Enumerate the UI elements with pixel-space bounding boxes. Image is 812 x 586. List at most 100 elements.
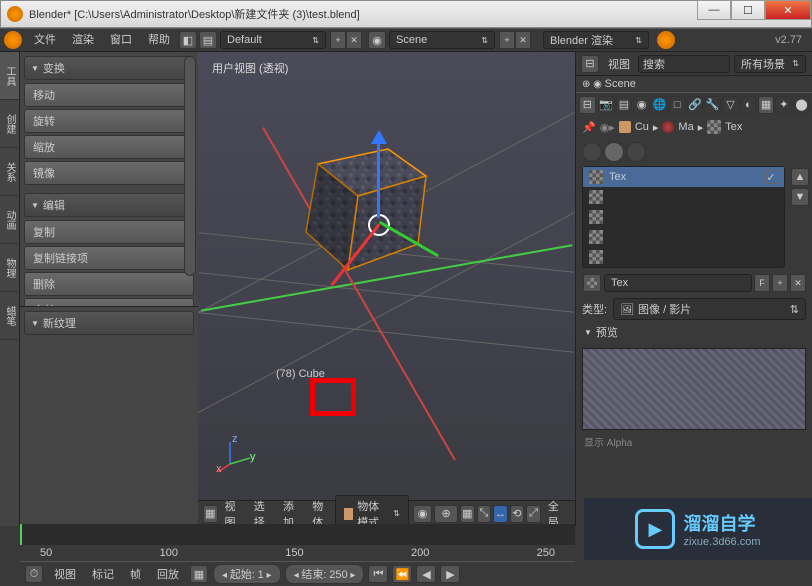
menu-render[interactable]: 渲染 (64, 28, 102, 52)
move-button[interactable]: 移动 (24, 83, 194, 107)
vh-view[interactable]: 视图 (219, 498, 248, 527)
tab-material-icon[interactable]: ◐ (740, 96, 757, 114)
blender-logo-icon[interactable] (4, 31, 22, 49)
tl-frame[interactable]: 帧 (124, 566, 147, 582)
tab-data-icon[interactable]: ▽ (722, 96, 739, 114)
tab-render-icon[interactable]: 📷 (598, 96, 615, 114)
bc-scene-icon[interactable]: ◉▸ (600, 121, 615, 134)
tab-physics[interactable]: 物理 (0, 244, 19, 292)
tl-marker[interactable]: 标记 (86, 566, 120, 582)
gizmo-z-arrow[interactable] (377, 138, 380, 218)
scale-button[interactable]: 缩放 (24, 135, 194, 159)
screen-layout-dropdown[interactable]: Default⇅ (220, 31, 326, 49)
tex-ctx-material-icon[interactable] (604, 142, 624, 162)
rotate-manip-icon[interactable]: ⟲ (510, 505, 525, 523)
texture-name-field[interactable]: Tex (604, 274, 752, 292)
tab-texture-icon[interactable]: ▦ (758, 96, 775, 114)
end-frame-field[interactable]: ◂ 结束: 250 ▸ (285, 564, 365, 584)
scene-dropdown[interactable]: Scene⇅ (389, 31, 495, 49)
scene-browse-icon[interactable]: ◉ (368, 31, 386, 49)
texture-slot-0[interactable]: Tex ✓ (583, 167, 784, 187)
shading-dropdown[interactable]: ◉ (413, 505, 432, 523)
pin-icon[interactable]: 📌 (582, 121, 596, 134)
texture-slot-2[interactable] (583, 207, 784, 227)
texture-slot-list[interactable]: Tex ✓ (582, 166, 785, 268)
start-frame-field[interactable]: ◂ 起始: 1 ▸ (213, 564, 281, 584)
texture-browse-icon[interactable] (583, 274, 601, 292)
layers-icon[interactable]: ▦ (460, 505, 475, 523)
bc-material-icon[interactable] (662, 121, 674, 133)
timeline-editor-icon[interactable]: ⏱ (25, 565, 43, 583)
back-to-previous-icon[interactable]: ◧ (179, 31, 197, 49)
layout-add-button[interactable]: + (330, 31, 346, 49)
merge-button[interactable]: 合并 (24, 298, 194, 306)
mode-dropdown[interactable]: 物体模式 ⇅ (335, 495, 408, 527)
play-reverse-button[interactable]: ◀ (416, 565, 436, 583)
outliner-view[interactable]: 视图 (602, 56, 636, 72)
props-editor-icon[interactable]: ⊟ (579, 96, 596, 114)
texture-add-button[interactable]: + (772, 274, 788, 292)
copy-button[interactable]: 复制 (24, 220, 194, 244)
tab-renderlayers-icon[interactable]: ▤ (616, 96, 633, 114)
screen-browse-icon[interactable]: ▤ (199, 31, 217, 49)
tab-modifiers-icon[interactable]: 🔧 (704, 96, 721, 114)
delete-button[interactable]: 删除 (24, 272, 194, 296)
play-button[interactable]: ▶ (440, 565, 460, 583)
slot-move-up-button[interactable]: ▲ (791, 168, 809, 186)
pivot-dropdown[interactable]: ⊕ (434, 505, 458, 523)
timeline-track[interactable]: 50 100 150 200 250 (20, 524, 575, 562)
tab-constraints-icon[interactable]: 🔗 (687, 96, 704, 114)
bc-texture-icon[interactable] (707, 120, 721, 134)
tab-animation[interactable]: 动画 (0, 196, 19, 244)
cube-object[interactable] (288, 124, 444, 280)
scene-remove-button[interactable]: ✕ (515, 31, 531, 49)
preview-panel-header[interactable]: 预览 (582, 320, 806, 344)
tab-object-icon[interactable]: □ (669, 96, 686, 114)
prev-key-button[interactable]: ⏪ (392, 565, 412, 583)
vh-select[interactable]: 选择 (248, 498, 277, 527)
texture-slot-4[interactable] (583, 247, 784, 267)
outliner-search-input[interactable]: 搜索 (638, 55, 730, 73)
vh-object[interactable]: 物体 (306, 498, 335, 527)
layout-remove-button[interactable]: ✕ (346, 31, 362, 49)
minimize-button[interactable]: — (697, 0, 731, 20)
orientation-dropdown[interactable]: 全局 (542, 498, 571, 527)
scene-add-button[interactable]: + (499, 31, 515, 49)
copy-link-button[interactable]: 复制链接项 (24, 246, 194, 270)
bc-object-icon[interactable] (619, 121, 631, 133)
manipulator-toggle-icon[interactable]: ⤡ (477, 505, 492, 523)
jump-start-button[interactable]: ⏮ (368, 565, 388, 583)
tl-sync-icon[interactable]: ▦ (190, 565, 208, 583)
menu-window[interactable]: 窗口 (102, 28, 140, 52)
outliner-editor-icon[interactable]: ⊟ (581, 55, 599, 73)
tl-view[interactable]: 视图 (48, 566, 82, 582)
tab-relations[interactable]: 关系 (0, 148, 19, 196)
fake-user-button[interactable]: F (754, 274, 770, 292)
maximize-button[interactable]: ☐ (731, 0, 765, 20)
transform-panel-header[interactable]: 变换 (24, 56, 194, 80)
texture-slot-enable-checkbox[interactable]: ✓ (764, 170, 778, 184)
tab-create[interactable]: 创建 (0, 100, 19, 148)
texture-slot-1[interactable] (583, 187, 784, 207)
edit-panel-header[interactable]: 编辑 (24, 193, 194, 217)
tab-particles-icon[interactable]: ✦ (775, 96, 792, 114)
texture-slot-3[interactable] (583, 227, 784, 247)
outliner-filter-dropdown[interactable]: 所有场景⇅ (734, 55, 806, 73)
slot-move-down-button[interactable]: ▼ (791, 188, 809, 206)
tab-physics-icon[interactable]: ⬤ (793, 96, 810, 114)
scale-manip-icon[interactable]: ⤢ (526, 505, 541, 523)
tex-ctx-other-icon[interactable] (626, 142, 646, 162)
mirror-button[interactable]: 镜像 (24, 161, 194, 185)
rotate-button[interactable]: 旋转 (24, 109, 194, 133)
close-button[interactable]: ✕ (765, 0, 811, 20)
menu-help[interactable]: 帮助 (140, 28, 178, 52)
tex-ctx-world-icon[interactable] (582, 142, 602, 162)
texture-type-dropdown[interactable]: 🖼 图像 / 影片 ⇅ (613, 298, 806, 320)
tl-playback[interactable]: 回放 (151, 566, 185, 582)
new-texture-panel-header[interactable]: 新纹理 (24, 311, 194, 335)
vh-add[interactable]: 添加 (277, 498, 306, 527)
tab-tools[interactable]: 工具 (0, 52, 19, 100)
translate-manip-icon[interactable]: ↔ (493, 505, 508, 523)
editor-type-icon[interactable]: ▦ (203, 505, 218, 523)
tab-world-icon[interactable]: 🌐 (651, 96, 668, 114)
